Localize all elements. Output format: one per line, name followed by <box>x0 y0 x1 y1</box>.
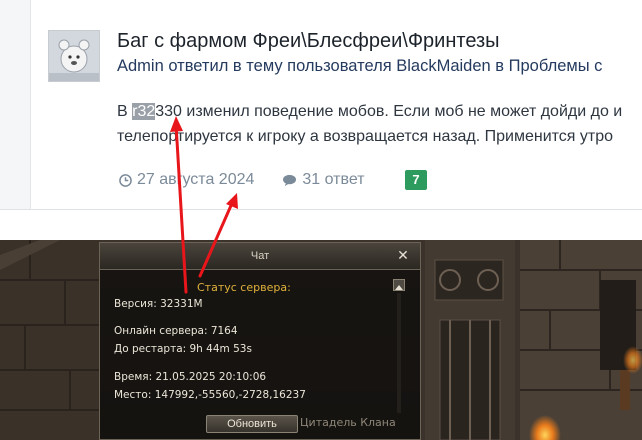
post-replies[interactable]: 31 ответ <box>282 171 365 189</box>
scrollbar-track[interactable] <box>397 293 401 413</box>
server-restart: До рестарта: 9h 44m 53s <box>114 343 252 355</box>
forum-post: Баг с фармом Фреи\Блесфреи\Фринтезы Admi… <box>0 0 642 210</box>
close-icon[interactable]: ✕ <box>396 248 410 262</box>
user-avatar[interactable] <box>48 30 100 82</box>
refresh-button[interactable]: Обновить <box>206 415 298 433</box>
comment-icon <box>283 174 297 186</box>
player-location: Место: 147992,-55560,-2728,16237 <box>114 389 306 401</box>
server-status-title: Статус сервера: <box>197 281 291 294</box>
game-screenshot: Чат ✕ Статус сервера: Версия: 32331M Онл… <box>0 240 642 440</box>
post-body-line-1: В r32330 изменил поведение мобов. Если м… <box>117 99 622 124</box>
chat-window: Чат ✕ Статус сервера: Версия: 32331M Онл… <box>99 242 421 440</box>
location-label: Цитадель Клана <box>300 416 396 429</box>
reply-count-badge: 7 <box>405 170 427 190</box>
post-replies-text: 31 ответ <box>302 171 365 188</box>
chat-title-bar[interactable]: Чат <box>100 243 420 270</box>
post-date-text: 27 августа 2024 <box>137 171 255 188</box>
highlighted-text: r32 <box>132 103 156 120</box>
clock-icon <box>119 173 132 187</box>
body-text: В <box>117 103 133 120</box>
spacer <box>0 210 642 240</box>
post-body: В r32330 изменил поведение мобов. Если м… <box>117 99 622 149</box>
server-time: Время: 21.05.2025 20:10:06 <box>114 371 267 383</box>
scroll-up-button[interactable] <box>393 279 405 291</box>
server-version: Версия: 32331M <box>114 298 203 310</box>
post-body-line-2: телепортируется к игроку а возвращается … <box>117 128 614 145</box>
post-title[interactable]: Баг с фармом Фреи\Блесфреи\Фринтезы <box>117 30 500 53</box>
post-card: Баг с фармом Фреи\Блесфреи\Фринтезы Admi… <box>30 0 642 210</box>
body-text: 330 изменил поведение мобов. Если моб не… <box>155 103 623 120</box>
arrow-up-icon <box>395 285 403 290</box>
server-online: Онлайн сервера: 7164 <box>114 325 238 337</box>
chat-title: Чат <box>250 250 270 262</box>
post-meta: Admin ответил в тему пользователя BlackM… <box>117 57 603 75</box>
post-footer: 27 августа 2024 31 ответ <box>119 170 365 190</box>
post-date[interactable]: 27 августа 2024 <box>119 171 254 189</box>
